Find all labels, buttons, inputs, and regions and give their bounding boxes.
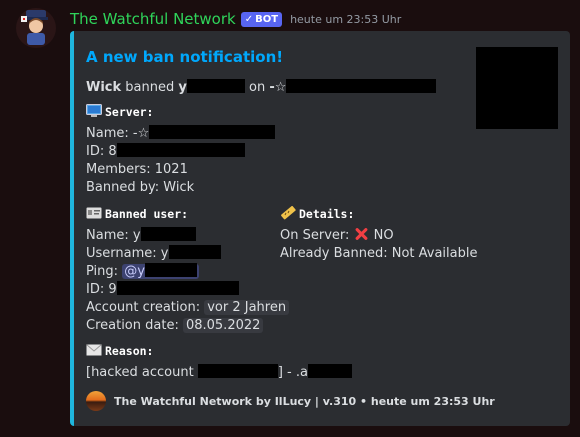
cross-mark-icon xyxy=(355,228,367,240)
computer-icon xyxy=(86,104,102,117)
redaction-block xyxy=(116,281,239,295)
banned-user-ping: Ping: @y xyxy=(86,263,199,280)
bot-avatar[interactable] xyxy=(16,8,56,48)
bot-badge: ✓ BOT xyxy=(240,11,283,27)
footer-icon xyxy=(86,391,106,411)
banned-user-username: Username: y xyxy=(86,245,221,262)
summary-target: y xyxy=(178,80,187,95)
redaction-block xyxy=(286,79,437,93)
server-name: Name: -☆ xyxy=(86,125,276,142)
redaction-block xyxy=(144,263,197,277)
summary-verb: banned xyxy=(125,80,175,95)
banned-user-name: Name: y xyxy=(86,227,196,244)
already-banned-status: Already Banned: Not Available xyxy=(280,246,478,261)
redaction-block xyxy=(168,245,221,259)
redaction-block xyxy=(116,143,245,157)
author-name[interactable]: The Watchful Network xyxy=(70,10,236,28)
message-timestamp[interactable]: heute um 23:53 Uhr xyxy=(290,13,401,26)
embed-summary: Wick banned y on -☆ xyxy=(86,79,437,96)
banned-user-field-heading: Banned user: xyxy=(86,206,188,223)
banned-user-id: ID: 9 xyxy=(86,281,239,298)
redaction-block xyxy=(186,79,245,93)
bot-badge-label: BOT xyxy=(255,13,279,25)
account-creation-value[interactable]: vor 2 Jahren xyxy=(204,300,290,315)
redaction-block xyxy=(197,364,278,378)
creation-date-value[interactable]: 08.05.2022 xyxy=(182,318,264,333)
embed-footer: The Watchful Network by IlLucy | v.310 •… xyxy=(86,391,495,411)
checkmark-icon: ✓ xyxy=(244,13,254,25)
server-id: ID: 8 xyxy=(86,143,245,160)
reason-field-heading: Reason: xyxy=(86,343,153,360)
details-field-heading: Details: xyxy=(280,206,354,223)
summary-on: on xyxy=(249,80,266,95)
server-members: Members: 1021 xyxy=(86,162,188,177)
account-creation: Account creation: vor 2 Jahren xyxy=(86,299,290,316)
creation-date: Creation date: 08.05.2022 xyxy=(86,317,264,334)
footer-text: The Watchful Network by IlLucy | v.310 •… xyxy=(114,394,495,408)
message-header: The Watchful Network ✓ BOT heute um 23:5… xyxy=(70,9,401,29)
summary-actor: Wick xyxy=(86,80,122,95)
embed-title: A new ban notification! xyxy=(86,48,284,66)
redaction-block xyxy=(307,364,352,378)
ruler-icon xyxy=(281,206,296,220)
banned-by: Banned by: Wick xyxy=(86,180,195,195)
redaction-block xyxy=(149,125,276,139)
ban-reason: [hacked account ] - .a xyxy=(86,364,352,381)
redaction-block xyxy=(140,227,196,241)
id-card-icon xyxy=(86,207,102,219)
envelope-icon xyxy=(86,344,102,356)
summary-server: -☆ xyxy=(269,80,287,95)
on-server-status: On Server: NO xyxy=(280,228,394,243)
user-mention[interactable]: @y xyxy=(122,263,199,279)
embed-thumbnail-redacted[interactable] xyxy=(476,47,558,129)
ban-notification-embed: A new ban notification! Wick banned y on… xyxy=(70,31,570,426)
server-field-heading: Server: xyxy=(86,104,153,121)
